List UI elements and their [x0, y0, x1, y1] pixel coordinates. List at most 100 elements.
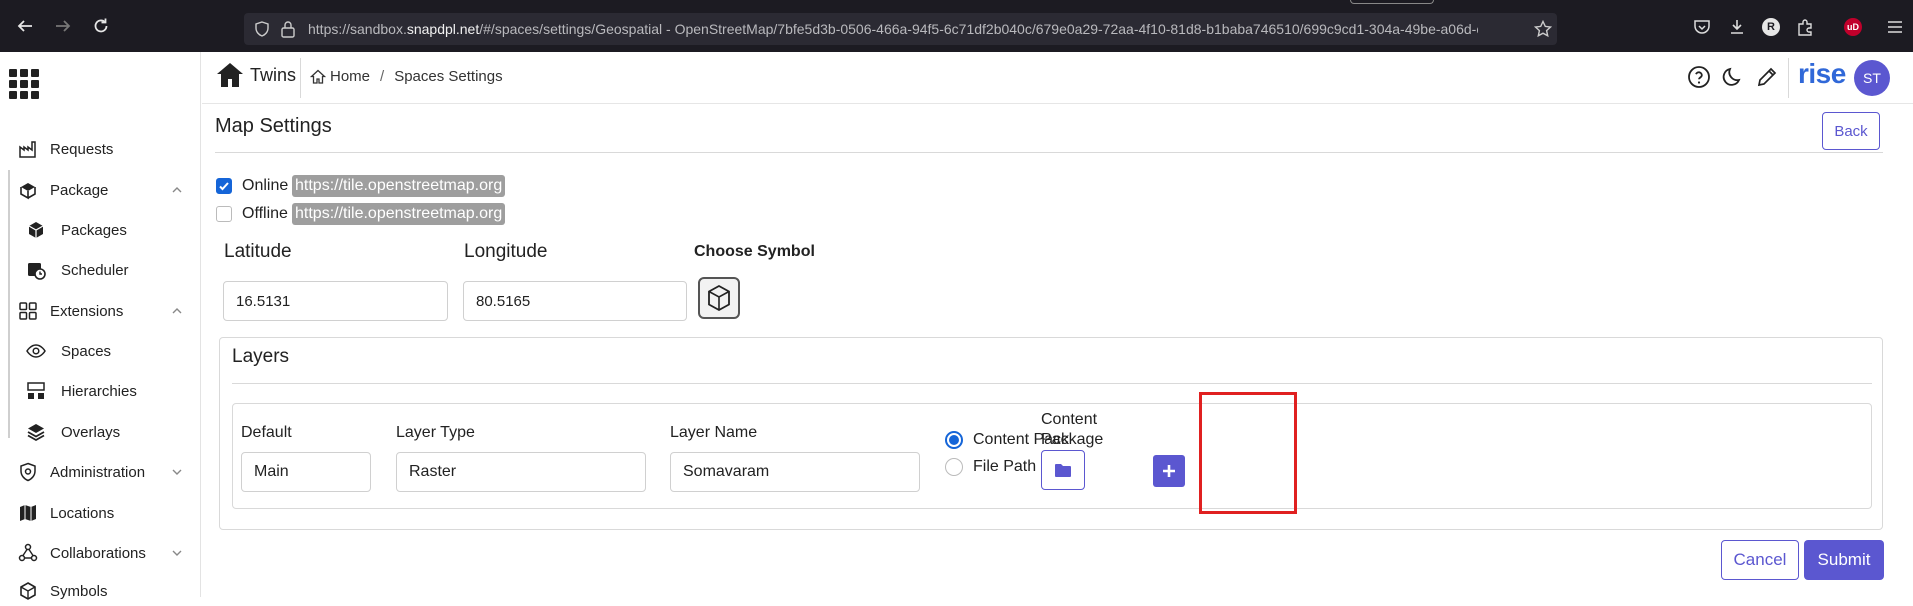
- plus-icon: [1163, 465, 1175, 477]
- extensions-icon[interactable]: [1795, 17, 1815, 37]
- choose-symbol-label: Choose Symbol: [694, 243, 815, 260]
- sidebar: Requests Package Packages Scheduler Exte…: [0, 52, 201, 600]
- sidebar-item-symbols[interactable]: Symbols: [0, 576, 201, 606]
- url-text[interactable]: https://sandbox.snapdpl.net/#/spaces/set…: [308, 21, 1478, 37]
- lock-icon[interactable]: [280, 20, 296, 43]
- layer-name-label: Layer Name: [670, 424, 758, 441]
- content-pack-radio[interactable]: [945, 431, 963, 449]
- hierarchy-icon: [26, 381, 46, 401]
- submit-button[interactable]: Submit: [1804, 540, 1884, 580]
- shield-gear-icon: [18, 462, 38, 482]
- edit-pencil-icon[interactable]: [1754, 64, 1780, 90]
- latitude-label: Latitude: [224, 241, 292, 262]
- forward-arrow-icon[interactable]: [51, 14, 75, 38]
- add-layer-button[interactable]: [1153, 455, 1185, 487]
- apps-grid-icon[interactable]: [9, 69, 39, 99]
- choose-symbol-button[interactable]: [698, 277, 740, 319]
- breadcrumb-home[interactable]: Home: [330, 68, 370, 85]
- online-option: Online https://tile.openstreetmap.org: [216, 175, 506, 197]
- latitude-input[interactable]: 16.5131: [223, 281, 448, 321]
- ublock-icon[interactable]: uD: [1843, 17, 1863, 37]
- online-url: https://tile.openstreetmap.org: [292, 175, 506, 197]
- calendar-clock-icon: [26, 260, 46, 280]
- file-path-option[interactable]: File Path: [945, 458, 1036, 476]
- sidebar-item-spaces[interactable]: Spaces: [0, 336, 201, 366]
- layer-row: Default Main Layer Type Raster Layer Nam…: [232, 403, 1872, 509]
- pocket-icon[interactable]: [1692, 17, 1712, 37]
- sidebar-item-package[interactable]: Package: [0, 175, 201, 205]
- sidebar-item-requests[interactable]: Requests: [0, 134, 201, 164]
- chevron-down-icon[interactable]: [171, 466, 183, 478]
- layers-icon: [26, 422, 46, 442]
- tab-edge: [1350, 0, 1434, 4]
- menu-icon[interactable]: [1885, 17, 1905, 37]
- sidebar-item-extensions[interactable]: Extensions: [0, 296, 201, 326]
- download-icon[interactable]: [1727, 17, 1747, 37]
- browser-toolbar: https://sandbox.snapdpl.net/#/spaces/set…: [0, 0, 1913, 52]
- content-package-label: Content Package: [1041, 411, 1104, 448]
- box-icon: [26, 220, 46, 240]
- offline-url: https://tile.openstreetmap.org: [292, 203, 506, 225]
- cancel-button[interactable]: Cancel: [1721, 540, 1799, 580]
- map-icon: [18, 503, 38, 523]
- longitude-input[interactable]: 80.5165: [463, 281, 687, 321]
- layer-name-input[interactable]: Somavaram: [670, 452, 920, 492]
- check-icon: [219, 182, 229, 191]
- bookmark-star-icon[interactable]: [1533, 19, 1553, 43]
- layer-type-select[interactable]: Raster: [396, 452, 646, 492]
- chevron-up-icon[interactable]: [171, 184, 183, 196]
- rise-logo: rise: [1798, 58, 1846, 89]
- home-filled-icon: [217, 63, 243, 87]
- boxes-icon: [18, 180, 38, 200]
- chevron-up-icon[interactable]: [171, 305, 183, 317]
- default-input[interactable]: Main: [241, 452, 371, 492]
- online-checkbox[interactable]: [216, 178, 232, 194]
- reload-icon[interactable]: [89, 14, 113, 38]
- layer-type-label: Layer Type: [396, 424, 475, 441]
- network-icon: [18, 543, 38, 563]
- breadcrumb: Home / Spaces Settings: [310, 68, 503, 85]
- offline-option: Offline https://tile.openstreetmap.org: [216, 203, 506, 225]
- online-label: Online: [242, 177, 289, 194]
- sidebar-item-collaborations[interactable]: Collaborations: [0, 538, 201, 568]
- grid-icon: [18, 301, 38, 321]
- cube-icon: [708, 284, 730, 312]
- back-arrow-icon[interactable]: [13, 14, 37, 38]
- offline-checkbox[interactable]: [216, 206, 232, 222]
- longitude-label: Longitude: [464, 241, 548, 262]
- sidebar-item-hierarchies[interactable]: Hierarchies: [0, 376, 201, 406]
- sidebar-item-overlays[interactable]: Overlays: [0, 417, 201, 447]
- cube-icon: [18, 581, 38, 601]
- help-icon[interactable]: [1686, 64, 1712, 90]
- sidebar-item-locations[interactable]: Locations: [0, 498, 201, 528]
- layers-title: Layers: [232, 346, 290, 367]
- map-settings-panel: Map Settings Back Online https://tile.op…: [202, 104, 1913, 597]
- avatar[interactable]: ST: [1854, 60, 1890, 96]
- chevron-down-icon[interactable]: [171, 547, 183, 559]
- file-path-radio[interactable]: [945, 458, 963, 476]
- brand-link[interactable]: Twins: [216, 62, 296, 88]
- offline-label: Offline: [242, 205, 288, 222]
- breadcrumb-current: Spaces Settings: [394, 68, 503, 85]
- address-bar[interactable]: https://sandbox.snapdpl.net/#/spaces/set…: [244, 13, 1557, 45]
- dark-mode-moon-icon[interactable]: [1720, 64, 1746, 90]
- app-header: Twins Home / Spaces Settings rise ST: [202, 52, 1913, 104]
- home-outline-icon: [310, 69, 326, 84]
- eye-icon: [26, 341, 46, 361]
- profile-icon[interactable]: R: [1761, 17, 1781, 37]
- sidebar-item-packages[interactable]: Packages: [0, 215, 201, 245]
- header-divider: [1788, 58, 1789, 98]
- header-divider: [300, 58, 301, 98]
- folder-icon: [1055, 464, 1071, 477]
- sidebar-item-administration[interactable]: Administration: [0, 457, 201, 487]
- layers-divider: [232, 383, 1872, 384]
- layers-section: Layers Default Main Layer Type Raster La…: [219, 337, 1883, 530]
- title-divider: [215, 152, 1883, 153]
- content-package-folder-button[interactable]: [1041, 450, 1085, 490]
- default-label: Default: [241, 424, 292, 441]
- back-button[interactable]: Back: [1822, 112, 1880, 150]
- factory-icon: [18, 139, 38, 159]
- page-title: Map Settings: [215, 115, 332, 137]
- shield-icon[interactable]: [254, 21, 270, 42]
- sidebar-item-scheduler[interactable]: Scheduler: [0, 255, 201, 285]
